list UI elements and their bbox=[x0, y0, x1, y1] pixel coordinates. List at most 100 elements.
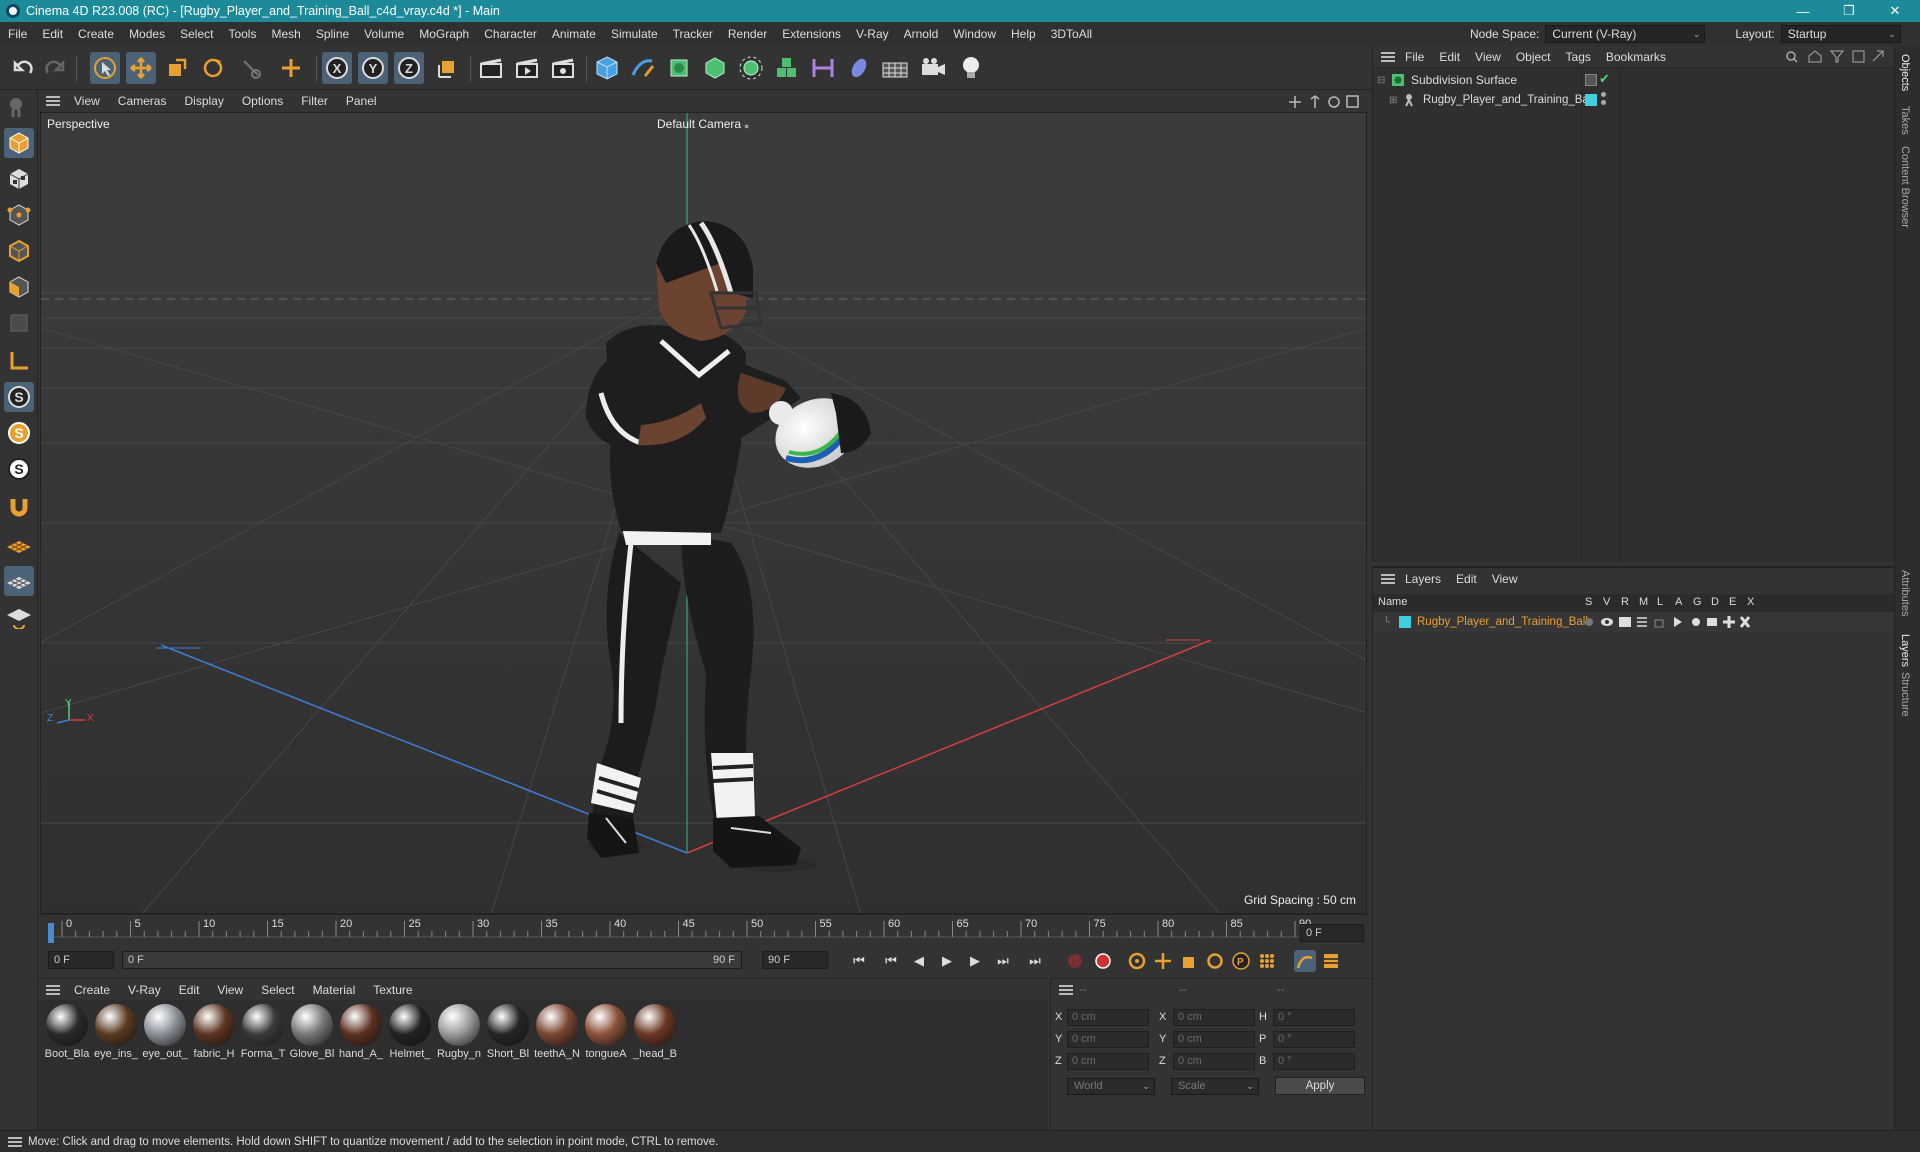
key-rotation-button[interactable] bbox=[1204, 950, 1226, 972]
key-parameter-button[interactable]: P bbox=[1230, 950, 1252, 972]
pen-spline-button[interactable] bbox=[628, 52, 658, 84]
viewport-camera-label[interactable]: Default Camera ⁎ bbox=[657, 117, 749, 131]
material-swatch[interactable]: Short_Bl bbox=[485, 1004, 531, 1060]
viewport-menu-cameras[interactable]: Cameras bbox=[118, 94, 167, 108]
snap-enable-button[interactable]: S bbox=[4, 382, 34, 412]
menu-tools[interactable]: Tools bbox=[228, 27, 256, 41]
transform-mode-dropdown[interactable]: Scale ⌄ bbox=[1171, 1078, 1259, 1095]
mograph-cloner-button[interactable] bbox=[736, 52, 766, 84]
menu-spline[interactable]: Spline bbox=[316, 27, 349, 41]
material-swatch[interactable]: Helmet_ bbox=[387, 1004, 433, 1060]
menu-volume[interactable]: Volume bbox=[364, 27, 404, 41]
menu-simulate[interactable]: Simulate bbox=[611, 27, 658, 41]
material-swatch[interactable]: teethA_N bbox=[534, 1004, 580, 1060]
material-swatch[interactable]: Forma_T bbox=[240, 1004, 286, 1060]
viewport-navigation-icons[interactable] bbox=[1288, 94, 1360, 110]
extrude-button[interactable] bbox=[700, 52, 730, 84]
key-scale-button[interactable] bbox=[1178, 950, 1200, 972]
point-mode-button[interactable] bbox=[4, 200, 34, 230]
layer-name[interactable]: Rugby_Player_and_Training_Ball bbox=[1417, 616, 1588, 628]
polygon-mode-button[interactable] bbox=[4, 272, 34, 302]
object-row-rugby-player[interactable]: ⊞ Rugby_Player_and_Training_Ball bbox=[1373, 90, 1895, 110]
autokey-button[interactable] bbox=[1092, 950, 1114, 972]
hamburger-menu-icon[interactable] bbox=[1381, 52, 1395, 62]
object-menu-tags[interactable]: Tags bbox=[1566, 50, 1591, 64]
floor-button[interactable] bbox=[880, 52, 910, 84]
visibility-toggle-icon[interactable] bbox=[1585, 74, 1597, 86]
apply-button[interactable]: Apply bbox=[1275, 1077, 1365, 1095]
start-frame-field[interactable]: 0 F bbox=[48, 951, 114, 969]
timeline-ruler[interactable]: 051015202530354045505560657075808590 0 F bbox=[38, 914, 1368, 948]
workplane-button[interactable] bbox=[4, 346, 34, 376]
interpolation-button[interactable] bbox=[1294, 950, 1316, 972]
rotate-tool-button[interactable] bbox=[198, 52, 228, 84]
object-menu-file[interactable]: File bbox=[1405, 50, 1424, 64]
viewport-menu-panel[interactable]: Panel bbox=[346, 94, 377, 108]
layer-menu-view[interactable]: View bbox=[1492, 572, 1518, 586]
layer-row[interactable]: └ Rugby_Player_and_Training_Ball bbox=[1373, 612, 1895, 632]
timeline-window-button[interactable] bbox=[1320, 950, 1342, 972]
edge-mode-button[interactable] bbox=[4, 236, 34, 266]
viewport-projection-label[interactable]: Perspective bbox=[47, 117, 110, 131]
next-key-button[interactable]: ⏭ bbox=[992, 950, 1014, 972]
material-menu-view[interactable]: View bbox=[217, 983, 243, 997]
texture-mode-button[interactable] bbox=[4, 164, 34, 194]
menu-create[interactable]: Create bbox=[78, 27, 114, 41]
current-frame-field[interactable]: 0 F bbox=[1300, 924, 1364, 942]
material-swatch[interactable]: tongueA bbox=[583, 1004, 629, 1060]
key-pla-button[interactable] bbox=[1256, 950, 1278, 972]
viewport-menu-view[interactable]: View bbox=[74, 94, 100, 108]
material-swatch[interactable]: eye_out_ bbox=[142, 1004, 188, 1060]
planar-workplane-button[interactable] bbox=[4, 602, 34, 632]
menu-arnold[interactable]: Arnold bbox=[904, 27, 939, 41]
hamburger-menu-icon[interactable] bbox=[8, 1137, 22, 1147]
menu-mesh[interactable]: Mesh bbox=[271, 27, 300, 41]
material-menu-texture[interactable]: Texture bbox=[373, 983, 412, 997]
field-button[interactable] bbox=[808, 52, 838, 84]
render-view-button[interactable] bbox=[476, 52, 506, 84]
play-button[interactable]: ▶ bbox=[936, 950, 958, 972]
camera-button[interactable] bbox=[918, 52, 948, 84]
maximize-button[interactable]: ❐ bbox=[1826, 0, 1872, 22]
coord-value-field[interactable]: 0 cm bbox=[1067, 1009, 1149, 1026]
menu-vray[interactable]: V-Ray bbox=[856, 27, 889, 41]
layer-color-swatch[interactable] bbox=[1399, 616, 1411, 628]
material-menu-material[interactable]: Material bbox=[313, 983, 356, 997]
tab-layers[interactable]: Layers bbox=[1899, 634, 1911, 667]
tab-structure[interactable]: Structure bbox=[1899, 672, 1911, 717]
make-editable-button[interactable] bbox=[4, 92, 34, 122]
3d-viewport[interactable]: Y X Z Perspective Default Camera ⁎ Grid … bbox=[40, 112, 1367, 914]
coordinate-system-button[interactable] bbox=[432, 52, 462, 84]
expand-toggle-icon[interactable]: ⊞ bbox=[1389, 95, 1399, 106]
node-space-dropdown[interactable]: Current (V-Ray) ⌄ bbox=[1545, 25, 1706, 43]
environment-button[interactable] bbox=[844, 52, 874, 84]
x-axis-lock-button[interactable]: X bbox=[322, 52, 352, 84]
viewport-menu-display[interactable]: Display bbox=[184, 94, 223, 108]
snap-quantize-button[interactable]: S bbox=[4, 454, 34, 484]
object-row-subdivision-surface[interactable]: ⊟ Subdivision Surface ✔ bbox=[1373, 70, 1895, 90]
checkmark-icon[interactable]: ✔ bbox=[1599, 71, 1610, 87]
expand-toggle-icon[interactable]: ⊟ bbox=[1377, 75, 1387, 86]
scale-tool-button[interactable] bbox=[162, 52, 192, 84]
menu-modes[interactable]: Modes bbox=[129, 27, 165, 41]
object-menu-view[interactable]: View bbox=[1475, 50, 1501, 64]
minimize-button[interactable]: — bbox=[1780, 0, 1826, 22]
light-button[interactable] bbox=[956, 52, 986, 84]
object-menu-bookmarks[interactable]: Bookmarks bbox=[1606, 50, 1666, 64]
live-selection-button[interactable] bbox=[90, 52, 120, 84]
material-swatch[interactable]: fabric_H bbox=[191, 1004, 237, 1060]
coord-value-field[interactable]: 0 cm bbox=[1067, 1053, 1149, 1070]
deformer-button[interactable] bbox=[772, 52, 802, 84]
close-button[interactable]: ✕ bbox=[1872, 0, 1918, 22]
magnet-tool-button[interactable] bbox=[4, 492, 34, 522]
previous-frame-button[interactable]: ◀ bbox=[908, 950, 930, 972]
model-mode-button[interactable] bbox=[4, 128, 34, 158]
object-manager-tool-icons[interactable] bbox=[1785, 50, 1885, 64]
render-visibility-dot[interactable] bbox=[1601, 100, 1606, 105]
redo-button[interactable] bbox=[40, 52, 70, 84]
go-to-start-button[interactable]: ⏮ bbox=[848, 950, 870, 972]
coord-value-field[interactable]: 0 ° bbox=[1273, 1053, 1355, 1070]
menu-window[interactable]: Window bbox=[953, 27, 996, 41]
render-to-picture-viewer-button[interactable] bbox=[512, 52, 542, 84]
material-swatch[interactable]: _head_B bbox=[632, 1004, 678, 1060]
